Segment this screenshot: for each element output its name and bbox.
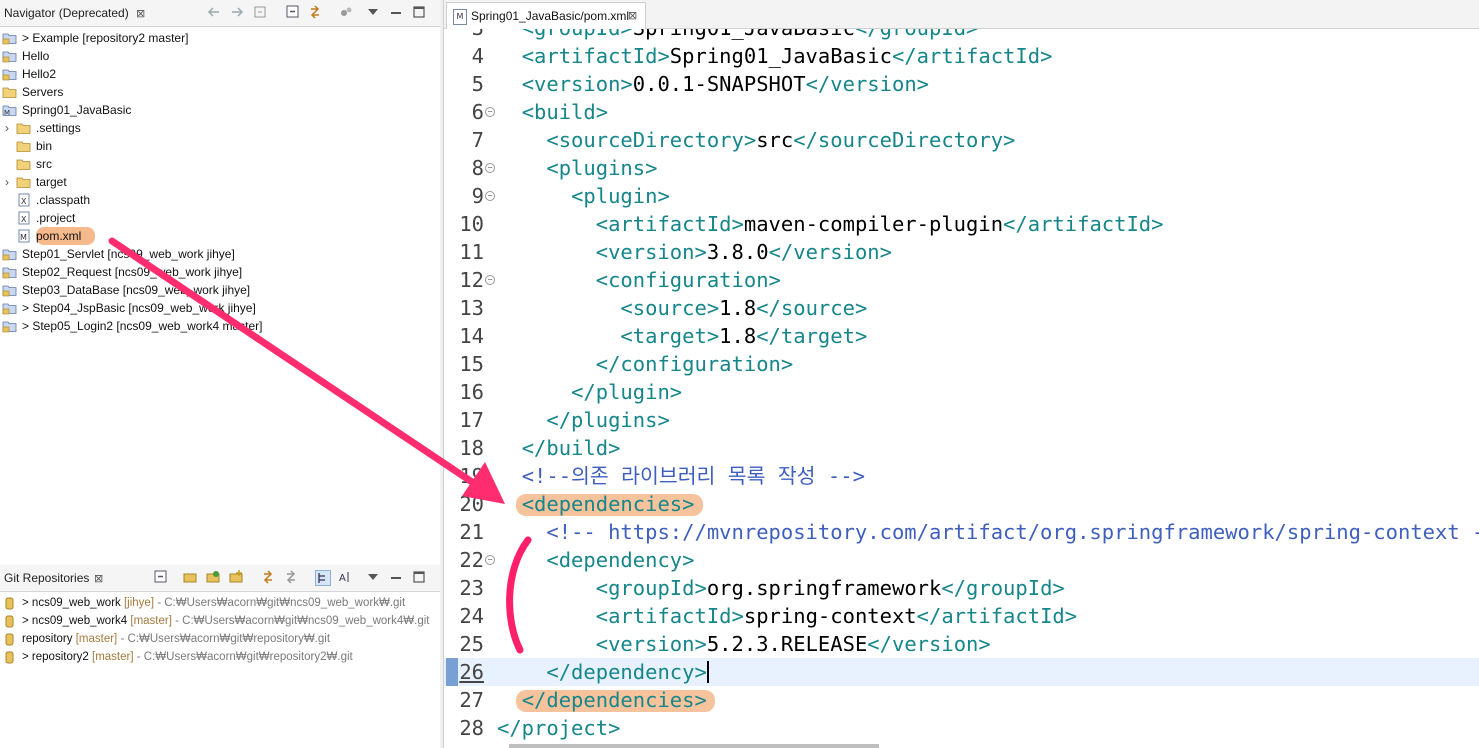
- annotation-arrow-icon: [108, 237, 494, 498]
- annotation-bracket: [506, 536, 532, 654]
- annotation-overlay: [108, 237, 532, 654]
